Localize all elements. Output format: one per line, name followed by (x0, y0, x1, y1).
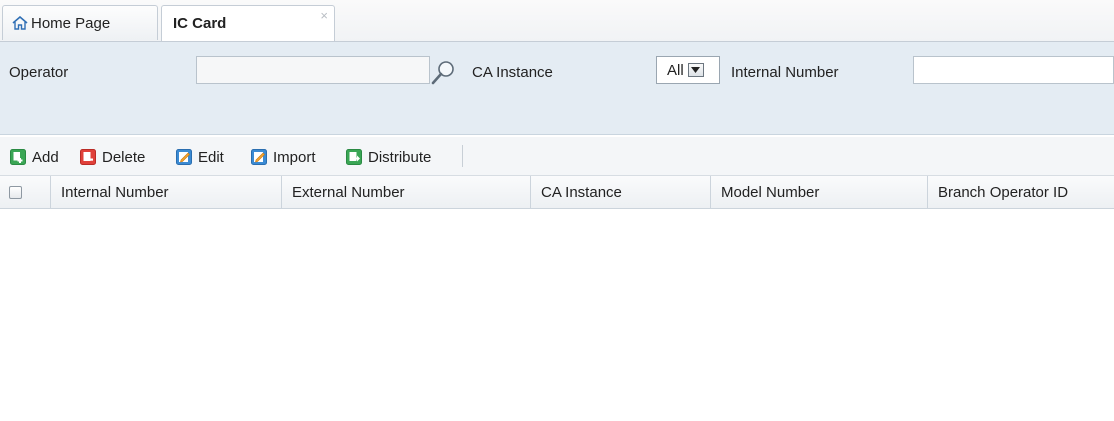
distribute-label: Distribute (368, 148, 432, 166)
close-icon[interactable]: × (320, 9, 328, 23)
ca-instance-label: CA Instance (472, 64, 553, 81)
distribute-button[interactable]: Distribute (346, 147, 431, 167)
search-icon[interactable] (428, 59, 458, 87)
import-icon (251, 149, 267, 165)
home-icon (12, 16, 28, 30)
select-all-cell (0, 176, 51, 208)
edit-icon (176, 149, 192, 165)
operator-label: Operator (9, 64, 69, 81)
chevron-down-icon[interactable] (687, 63, 704, 77)
tab-home-page[interactable]: Home Page (2, 5, 158, 40)
column-header-branch-operator-id[interactable]: Branch Operator ID (928, 176, 1114, 208)
delete-button[interactable]: Delete (80, 147, 145, 167)
tab-bar: Home Page IC Card × (0, 0, 1114, 42)
search-panel: Operator CA Instance All Internal Number (0, 42, 1114, 135)
operator-input[interactable] (196, 56, 430, 84)
add-label: Add (32, 148, 59, 166)
column-header-model-number[interactable]: Model Number (711, 176, 928, 208)
tab-home-page-label: Home Page (31, 14, 111, 32)
table-body (0, 209, 1114, 421)
add-icon (10, 149, 26, 165)
column-header-internal-number[interactable]: Internal Number (51, 176, 282, 208)
select-all-checkbox[interactable] (9, 185, 22, 199)
column-header-ca-instance[interactable]: CA Instance (531, 176, 711, 208)
internal-number-label: Internal Number (731, 64, 839, 81)
table-header: Internal Number External Number CA Insta… (0, 176, 1114, 209)
internal-number-input[interactable] (913, 56, 1114, 84)
edit-button[interactable]: Edit (176, 147, 224, 167)
column-header-external-number[interactable]: External Number (282, 176, 531, 208)
toolbar-divider (462, 145, 463, 167)
delete-label: Delete (102, 148, 146, 166)
add-button[interactable]: Add (10, 147, 59, 167)
ca-instance-selected-value: All (667, 61, 684, 79)
delete-icon (80, 149, 96, 165)
edit-label: Edit (198, 148, 224, 166)
tab-ic-card-label: IC Card (173, 15, 227, 32)
import-label: Import (273, 148, 316, 166)
import-button[interactable]: Import (251, 147, 316, 167)
distribute-icon (346, 149, 362, 165)
ca-instance-select[interactable]: All (656, 56, 720, 84)
tab-ic-card[interactable]: IC Card × (161, 5, 335, 41)
toolbar: Add Delete Edit Import Distribute (0, 137, 1114, 176)
